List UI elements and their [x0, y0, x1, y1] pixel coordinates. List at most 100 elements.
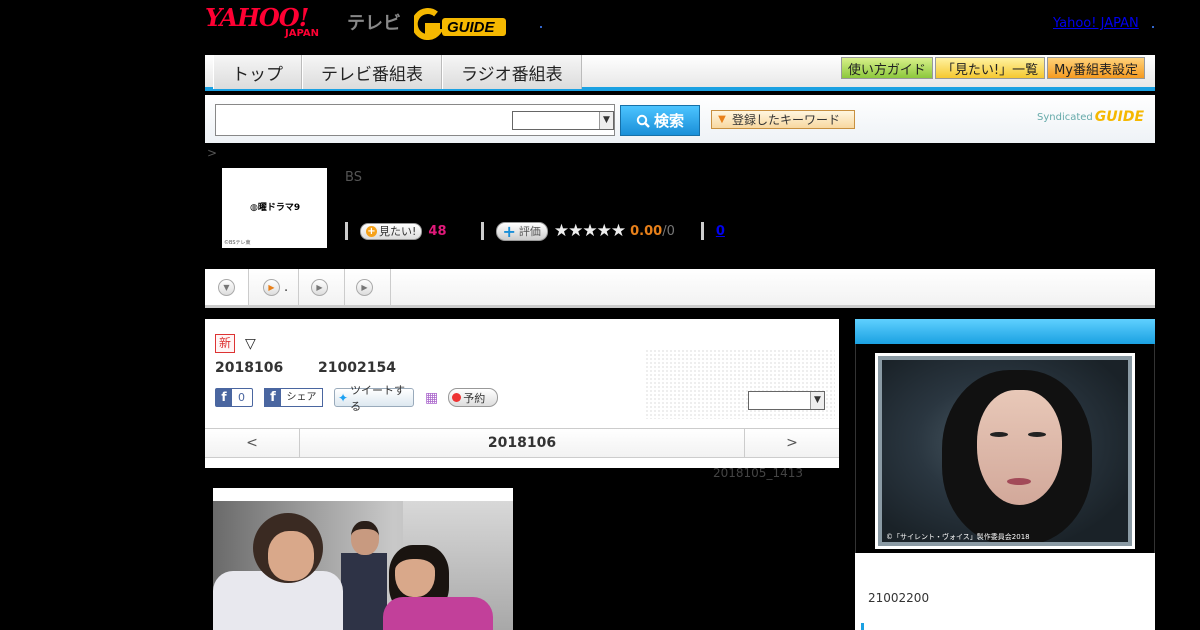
syndicated-gguide-logo: Syndicated GUIDE: [1037, 109, 1144, 125]
episode-pager: < 2018106 >: [205, 428, 839, 458]
portrait-face: [977, 390, 1062, 505]
rating-stars: ★★★★★: [553, 221, 626, 241]
search-bar: ▼ 検索 ▼ 登録したキーワード Syndicated GUIDE: [205, 95, 1155, 143]
nav-tab-radio-listings[interactable]: ラジオ番組表: [442, 55, 582, 89]
chevron-down-icon: ▼: [218, 278, 235, 296]
yahoo-logo[interactable]: YAHOO! JAPAN: [205, 6, 319, 42]
rating-count: /0: [662, 223, 675, 239]
photo-figure-top: [383, 597, 493, 630]
saved-keywords-button[interactable]: ▼ 登録したキーワード: [711, 110, 855, 129]
twitter-bird-icon: ✦: [338, 390, 349, 405]
my-listings-settings-button[interactable]: My番組表設定: [1047, 57, 1145, 79]
play-icon: ▶: [356, 278, 373, 296]
nav-tabs: トップ テレビ番組表 ラジオ番組表: [213, 55, 582, 89]
section-tabs: ▼ ▶ . ▶ ▶: [205, 269, 1155, 308]
facebook-share-button[interactable]: f シェア: [264, 388, 323, 407]
feature-image-copyright: ©「サイレント・ヴォイス」製作委員会2018: [886, 533, 1030, 541]
dropdown-triangle-icon: ▼: [718, 114, 726, 125]
program-stats: + 見たい! 48 + 評価 ★★★★★ 0.00 /0 0: [345, 221, 725, 241]
want-to-watch-button[interactable]: + 見たい!: [360, 222, 423, 240]
photo-figure-face: [395, 549, 435, 597]
facebook-like-button[interactable]: f 0: [215, 388, 253, 407]
search-button[interactable]: 検索: [620, 105, 700, 136]
nav-utility-buttons: 使い方ガイド 「見たい!」一覧 My番組表設定: [840, 57, 1145, 79]
yahoo-japan-link[interactable]: Yahoo! JAPAN: [1053, 16, 1139, 31]
search-icon: [636, 114, 650, 128]
plus-icon: +: [366, 225, 377, 237]
nav-tab-tv-listings[interactable]: テレビ番組表: [302, 55, 442, 89]
portrait-eye: [1028, 432, 1046, 437]
play-icon: ▶: [263, 278, 280, 296]
section-tab-2[interactable]: ▶ .: [249, 269, 299, 305]
record-dot-icon: [452, 393, 462, 402]
share-row: f 0 f シェア ✦ ツイートする ▦ 予約: [215, 384, 499, 413]
side-info-box: 21002200: [855, 553, 1155, 630]
syndicated-label: Syndicated: [1037, 111, 1093, 123]
rating-score: 0.00: [630, 223, 663, 239]
rate-label: 評価: [518, 225, 541, 238]
divider: [480, 222, 484, 240]
tweet-button[interactable]: ✦ ツイートする: [334, 384, 414, 413]
next-episode-button[interactable]: >: [744, 429, 839, 457]
program-thumbnail: ◍曜ドラマ9 ©BSテレ東: [222, 168, 327, 248]
search-button-label: 検索: [653, 112, 684, 130]
section-tab-4[interactable]: ▶: [345, 269, 391, 305]
tweet-label: ツイートする: [350, 383, 406, 413]
watchlist-button[interactable]: 「見たい!」一覧: [934, 57, 1046, 79]
nav-tab-top[interactable]: トップ: [213, 55, 302, 89]
section-tab-3[interactable]: ▶: [299, 269, 345, 305]
updated-timestamp: 2018105_1413: [713, 466, 803, 480]
section-tab-2-label: .: [284, 279, 289, 295]
gguide-logo[interactable]: GUIDE: [411, 8, 514, 41]
previous-episode-button[interactable]: <: [205, 429, 300, 457]
thumbnail-title: ◍曜ドラマ9: [250, 203, 301, 213]
reserve-label: 予約: [463, 391, 486, 405]
photo-figure-face: [268, 531, 314, 581]
channel-label: BS: [345, 170, 362, 185]
divider: [700, 222, 704, 240]
section-tab-1[interactable]: ▼: [205, 269, 249, 305]
page: YAHOO! JAPAN テレビ GUIDE Yahoo! JAPAN トップ …: [0, 0, 1200, 630]
expand-toggle[interactable]: ▽: [245, 336, 256, 352]
chevron-down-icon: ▼: [810, 392, 824, 409]
gguide-logo-icon: GUIDE: [411, 8, 506, 41]
want-to-watch-label: 見たい!: [379, 225, 417, 238]
svg-text:GUIDE: GUIDE: [447, 19, 496, 36]
breadcrumb: >: [207, 146, 218, 160]
episode-panel: 新 ▽ 2018106 21002154 f 0 f シェア ✦ ツイートする …: [205, 319, 839, 468]
portrait-eye: [990, 432, 1008, 437]
divider: [345, 222, 348, 240]
side-panel-header: [855, 319, 1155, 344]
facebook-like-count: 0: [238, 391, 245, 404]
photo-figure-head: [351, 521, 379, 555]
want-to-watch-count: 48: [428, 223, 447, 239]
episode-photo: [213, 488, 513, 630]
chevron-down-icon: ▼: [599, 112, 613, 129]
plus-icon: +: [502, 221, 516, 241]
thumbnail-copyright: ©BSテレ東: [224, 240, 251, 246]
photo-scene: [213, 501, 513, 630]
rate-button[interactable]: + 評価: [495, 221, 548, 241]
usage-guide-button[interactable]: 使い方ガイド: [840, 57, 933, 79]
search-genre-select[interactable]: ▼: [512, 111, 614, 130]
facebook-icon: f: [216, 389, 232, 406]
syndicated-gguide-wordmark: GUIDE: [1094, 109, 1145, 125]
header-dot: [1152, 26, 1154, 28]
side-program-id: 21002200: [868, 591, 930, 605]
calendar-add-icon[interactable]: ▦: [425, 390, 438, 406]
feature-portrait: ©「サイレント・ヴォイス」製作委員会2018: [878, 356, 1132, 546]
side-accent-marker: [861, 623, 864, 630]
episode-id: 21002154: [318, 360, 396, 376]
header-dot: [540, 26, 542, 28]
side-feature-image[interactable]: ©「サイレント・ヴォイス」製作委員会2018: [875, 353, 1135, 549]
episode-date: 2018106: [215, 360, 284, 376]
review-count-link[interactable]: 0: [716, 224, 725, 239]
facebook-icon: f: [270, 390, 276, 405]
photo-figure-suit: [341, 553, 387, 630]
reserve-recording-button[interactable]: 予約: [448, 388, 499, 407]
episode-select[interactable]: ▼: [748, 391, 825, 410]
pager-title: 2018106: [487, 435, 557, 451]
saved-keywords-label: 登録したキーワード: [732, 113, 841, 127]
new-badge: 新: [215, 334, 235, 353]
play-icon: ▶: [311, 278, 328, 296]
